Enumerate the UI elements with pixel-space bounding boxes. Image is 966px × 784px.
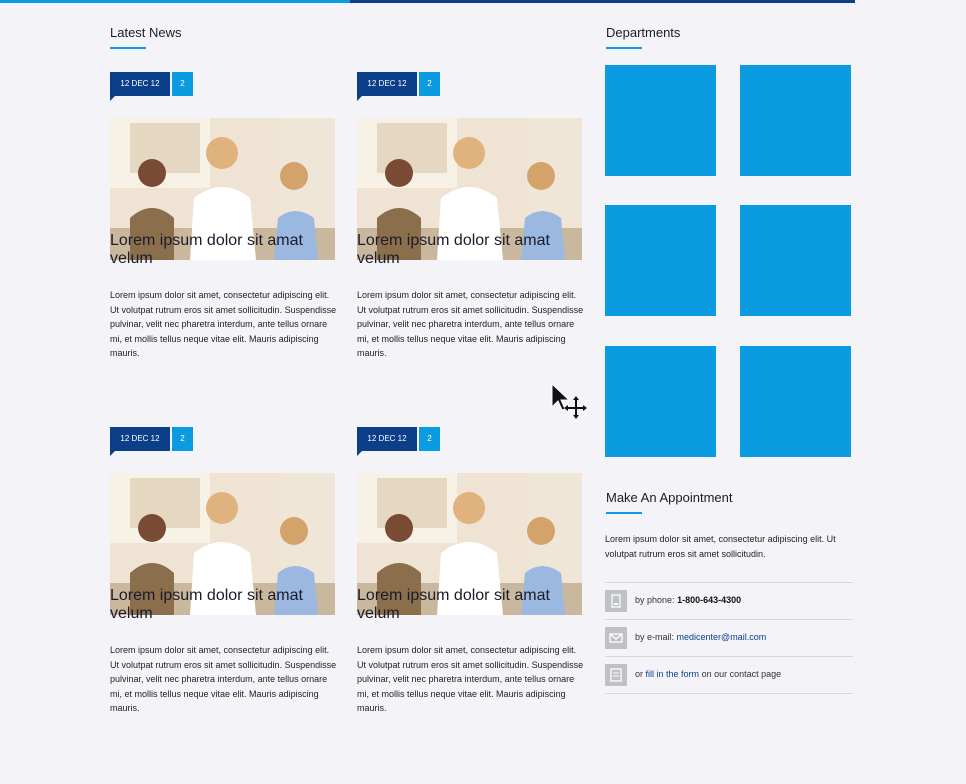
- date-badge: 12 DEC 12: [110, 72, 170, 101]
- post-title[interactable]: Lorem ipsum dolor sit amat velum: [357, 587, 585, 623]
- department-tile[interactable]: [605, 346, 716, 457]
- comment-count-badge[interactable]: 2: [172, 427, 193, 451]
- email-prefix: by e-mail:: [635, 632, 675, 642]
- news-post: 12 DEC 12 2 Lorem ipsum dolor sit amat v…: [357, 72, 585, 412]
- email-link[interactable]: medicenter@mail.com: [677, 632, 767, 642]
- contact-form-row: or fill in the form on our contact page: [605, 656, 853, 694]
- department-tile[interactable]: [605, 65, 716, 176]
- contact-email-label: by e-mail: medicenter@mail.com: [635, 632, 766, 642]
- news-post: 12 DEC 12 2 Lorem ipsum dolor sit amat v…: [110, 72, 338, 412]
- appointment-underline: [606, 512, 642, 514]
- post-title[interactable]: Lorem ipsum dolor sit amat velum: [110, 232, 338, 268]
- post-excerpt: Lorem ipsum dolor sit amet, consectetur …: [110, 290, 337, 358]
- post-excerpt: Lorem ipsum dolor sit amet, consectetur …: [357, 290, 584, 358]
- latest-news-title: Latest News: [110, 25, 182, 40]
- form-suffix: on our contact page: [701, 669, 782, 679]
- appointment-title: Make An Appointment: [606, 490, 733, 505]
- latest-news-underline: [110, 47, 146, 49]
- mouse-cursor-move-icon: [551, 382, 589, 419]
- news-post: 12 DEC 12 2 Lorem ipsum dolor sit amat v…: [110, 427, 338, 767]
- post-excerpt: Lorem ipsum dolor sit amet, consectetur …: [110, 645, 337, 713]
- comment-count-badge[interactable]: 2: [419, 72, 440, 96]
- post-title[interactable]: Lorem ipsum dolor sit amat velum: [110, 587, 338, 623]
- department-tile[interactable]: [740, 65, 851, 176]
- department-tile[interactable]: [740, 205, 851, 316]
- phone-number[interactable]: 1-800-643-4300: [677, 595, 741, 605]
- post-title[interactable]: Lorem ipsum dolor sit amat velum: [357, 232, 585, 268]
- comment-count-badge[interactable]: 2: [172, 72, 193, 96]
- contact-phone-label: by phone: 1-800-643-4300: [635, 595, 741, 605]
- departments-title: Departments: [606, 25, 681, 40]
- news-post: 12 DEC 12 2 Lorem ipsum dolor sit amat v…: [357, 427, 585, 767]
- date-badge: 12 DEC 12: [357, 427, 417, 456]
- contact-form-label: or fill in the form on our contact page: [635, 669, 781, 679]
- contact-email-row: by e-mail: medicenter@mail.com: [605, 619, 853, 656]
- phone-prefix: by phone:: [635, 595, 675, 605]
- contact-form-link[interactable]: fill in the form: [646, 669, 700, 679]
- date-badge: 12 DEC 12: [357, 72, 417, 101]
- departments-underline: [606, 47, 642, 49]
- top-accent-bar: [0, 0, 966, 3]
- post-excerpt: Lorem ipsum dolor sit amet, consectetur …: [357, 645, 584, 713]
- top-accent-bar-dark: [350, 0, 855, 3]
- top-accent-bar-light: [0, 0, 350, 3]
- form-prefix: or: [635, 669, 644, 679]
- form-icon: [605, 664, 627, 686]
- contact-phone-row: by phone: 1-800-643-4300: [605, 582, 853, 619]
- department-tile[interactable]: [740, 346, 851, 457]
- appointment-description: Lorem ipsum dolor sit amet, consectetur …: [605, 534, 836, 559]
- phone-icon: [605, 590, 627, 612]
- date-badge: 12 DEC 12: [110, 427, 170, 456]
- comment-count-badge[interactable]: 2: [419, 427, 440, 451]
- department-tile[interactable]: [605, 205, 716, 316]
- envelope-icon: [605, 627, 627, 649]
